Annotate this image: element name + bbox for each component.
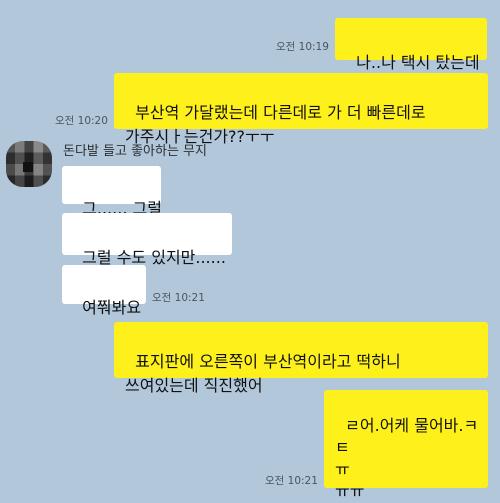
message-text: 여쭤봐요 (82, 298, 142, 317)
incoming-message-bubble[interactable]: 그...... 그럴 (62, 166, 162, 218)
message-text: 부산역 가달랬는데 다른데로 가 더 빠른데로 가주시ㅏ는건가??ㅜㅜ (125, 103, 426, 146)
incoming-message-bubble[interactable]: 여쭤봐요 (62, 265, 146, 317)
outgoing-message-bubble[interactable]: 표지판에 오른쪽이 부산역이라고 떡하니 쓰여있는데 직진했어 (114, 322, 488, 395)
message-timestamp: 오전 10:21 (265, 475, 318, 487)
outgoing-message-bubble[interactable]: 나..나 택시 탔는데 (335, 18, 487, 72)
message-timestamp: 오전 10:19 (276, 41, 329, 53)
outgoing-message-bubble[interactable]: ㄹ어.어케 물어바.ㅋ ㅌ ㅠ ㅠㅠ (324, 390, 488, 501)
sender-avatar[interactable] (6, 141, 52, 187)
sender-name: 돈다발 들고 좋아하는 무지 (63, 144, 207, 159)
incoming-message-bubble[interactable]: 그럴 수도 있지만...... (62, 213, 232, 267)
message-text: 나..나 택시 탔는데 (356, 53, 480, 72)
message-text: 표지판에 오른쪽이 부산역이라고 떡하니 쓰여있는데 직진했어 (125, 352, 401, 395)
outgoing-message-bubble[interactable]: 부산역 가달랬는데 다른데로 가 더 빠른데로 가주시ㅏ는건가??ㅜㅜ (114, 73, 488, 146)
message-text: ㄹ어.어케 물어바.ㅋ ㅌ ㅠ ㅠㅠ (335, 416, 479, 501)
message-timestamp: 오전 10:20 (55, 115, 108, 127)
message-timestamp: 오전 10:21 (152, 292, 205, 304)
